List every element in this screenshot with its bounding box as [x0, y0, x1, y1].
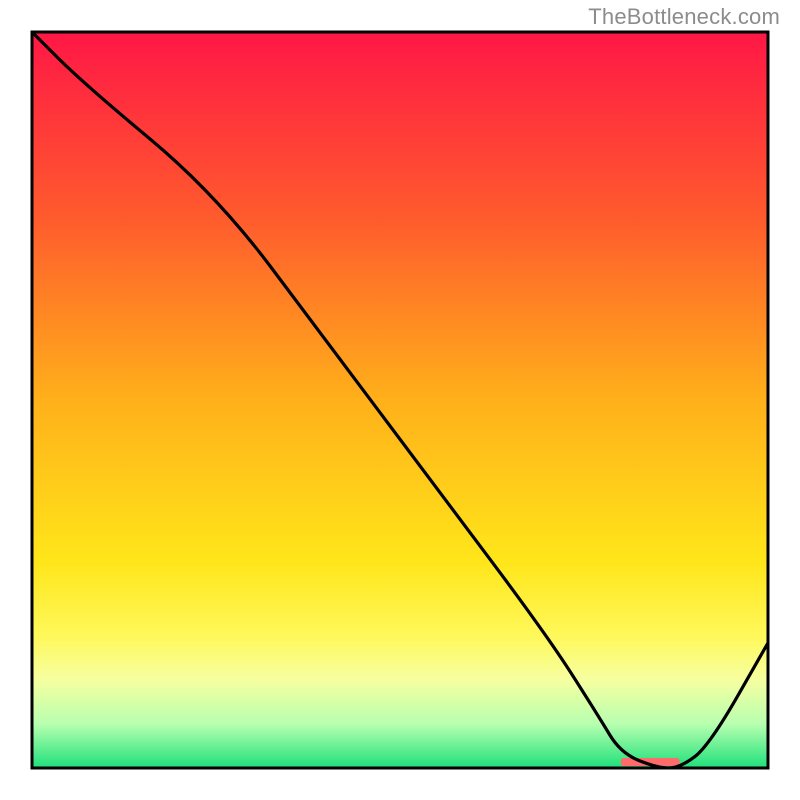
bottleneck-chart	[0, 0, 800, 800]
chart-container: TheBottleneck.com	[0, 0, 800, 800]
gradient-background	[32, 32, 768, 768]
